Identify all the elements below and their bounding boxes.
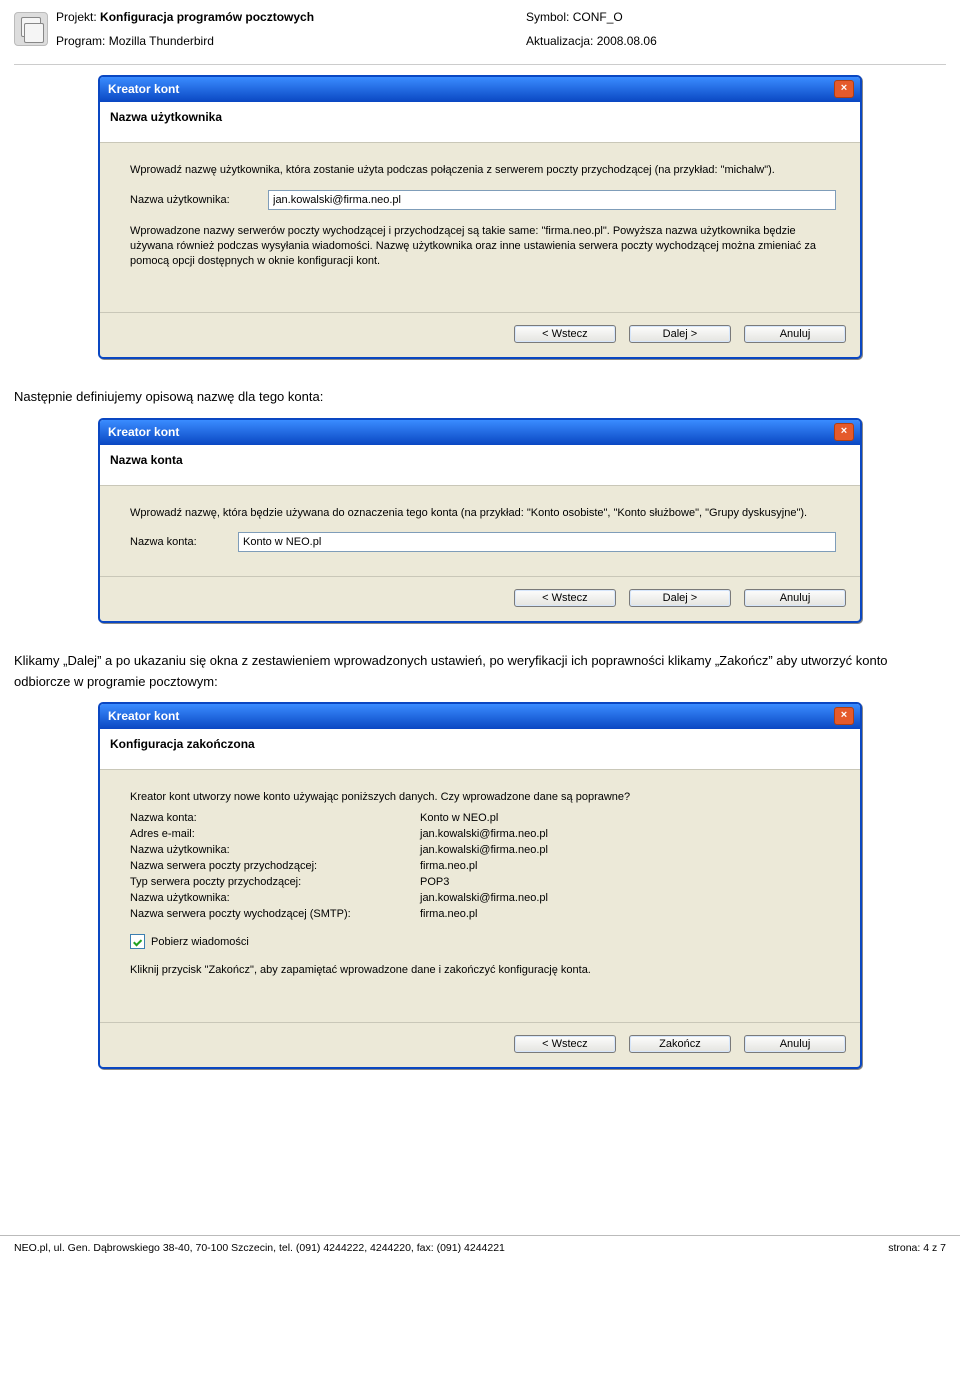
dialog-title: Kreator kont: [108, 425, 179, 439]
summary-label: Typ serwera poczty przychodzącej:: [130, 876, 420, 888]
account-name-input[interactable]: [238, 532, 836, 552]
intro-text: Wprowadź nazwę, która będzie używana do …: [130, 506, 836, 521]
summary-value: jan.kowalski@firma.neo.pl: [420, 828, 836, 840]
close-icon[interactable]: ×: [834, 423, 854, 441]
username-input[interactable]: [268, 190, 836, 210]
summary-value: jan.kowalski@firma.neo.pl: [420, 844, 836, 856]
instruction-text-1: Następnie definiujemy opisową nazwę dla …: [14, 377, 946, 417]
summary-grid: Nazwa konta:Konto w NEO.plAdres e-mail:j…: [130, 812, 836, 920]
next-button[interactable]: Dalej >: [629, 325, 731, 343]
summary-label: Nazwa serwera poczty przychodzącej:: [130, 860, 420, 872]
symbol-label: Symbol:: [526, 10, 569, 24]
back-button[interactable]: < Wstecz: [514, 325, 616, 343]
end-note: Kliknij przycisk "Zakończ", aby zapamięt…: [130, 963, 836, 978]
dialog-title: Kreator kont: [108, 82, 179, 96]
summary-label: Nazwa użytkownika:: [130, 844, 420, 856]
cancel-button[interactable]: Anuluj: [744, 325, 846, 343]
username-label: Nazwa użytkownika:: [130, 194, 260, 206]
close-icon[interactable]: ×: [834, 707, 854, 725]
summary-value: POP3: [420, 876, 836, 888]
footer-address: NEO.pl, ul. Gen. Dąbrowskiego 38-40, 70-…: [14, 1242, 505, 1254]
username-note: Wprowadzone nazwy serwerów poczty wychod…: [130, 224, 836, 269]
summary-label: Nazwa użytkownika:: [130, 892, 420, 904]
dialog-summary: Kreator kont × Konfiguracja zakończona K…: [98, 702, 862, 1070]
page-header: Projekt: Konfiguracja programów pocztowy…: [14, 10, 946, 58]
summary-value: firma.neo.pl: [420, 860, 836, 872]
summary-label: Adres e-mail:: [130, 828, 420, 840]
download-checkbox-label: Pobierz wiadomości: [151, 936, 249, 948]
dialog-subtitle: Nazwa użytkownika: [100, 102, 860, 143]
instruction-text-2: Klikamy „Dalej” a po ukazaniu się okna z…: [14, 641, 946, 701]
intro-text: Kreator kont utworzy nowe konto używając…: [130, 790, 836, 805]
project-label: Projekt:: [56, 10, 97, 24]
footer-page-number: strona: 4 z 7: [888, 1242, 946, 1254]
back-button[interactable]: < Wstecz: [514, 589, 616, 607]
finish-button[interactable]: Zakończ: [629, 1035, 731, 1053]
docs-icon: [14, 12, 48, 46]
summary-label: Nazwa konta:: [130, 812, 420, 824]
download-checkbox[interactable]: [130, 934, 145, 949]
project-value: Konfiguracja programów pocztowych: [100, 10, 314, 24]
dialog-title: Kreator kont: [108, 709, 179, 723]
cancel-button[interactable]: Anuluj: [744, 1035, 846, 1053]
intro-text: Wprowadź nazwę użytkownika, która zostan…: [130, 163, 836, 178]
close-icon[interactable]: ×: [834, 80, 854, 98]
symbol-value: CONF_O: [573, 10, 623, 24]
account-name-label: Nazwa konta:: [130, 536, 230, 548]
dialog-account-name: Kreator kont × Nazwa konta Wprowadź nazw…: [98, 418, 862, 624]
page-footer: NEO.pl, ul. Gen. Dąbrowskiego 38-40, 70-…: [0, 1235, 960, 1264]
summary-label: Nazwa serwera poczty wychodzącej (SMTP):: [130, 908, 420, 920]
summary-value: jan.kowalski@firma.neo.pl: [420, 892, 836, 904]
back-button[interactable]: < Wstecz: [514, 1035, 616, 1053]
next-button[interactable]: Dalej >: [629, 589, 731, 607]
update-label: Aktualizacja:: [526, 34, 593, 48]
program-label: Program:: [56, 34, 105, 48]
summary-value: firma.neo.pl: [420, 908, 836, 920]
dialog-subtitle: Konfiguracja zakończona: [100, 729, 860, 770]
dialog-username: Kreator kont × Nazwa użytkownika Wprowad…: [98, 75, 862, 359]
dialog-subtitle: Nazwa konta: [100, 445, 860, 486]
program-value: Mozilla Thunderbird: [109, 34, 214, 48]
header-separator: [14, 64, 946, 65]
update-value: 2008.08.06: [597, 34, 657, 48]
cancel-button[interactable]: Anuluj: [744, 589, 846, 607]
summary-value: Konto w NEO.pl: [420, 812, 836, 824]
